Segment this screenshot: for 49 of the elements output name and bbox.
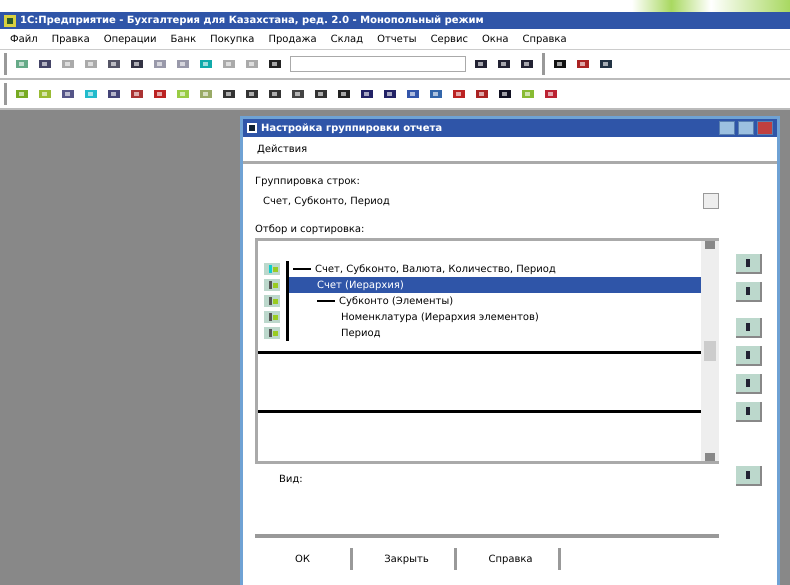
list-label: Отбор и сортировка:	[255, 224, 366, 237]
menu-item[interactable]: Склад	[330, 34, 364, 44]
row-text: Номенклатура (Иерархия элементов)	[341, 312, 539, 322]
list-tool-button[interactable]	[736, 374, 762, 394]
bar-icon	[746, 287, 750, 295]
scroll-bar[interactable]	[701, 241, 719, 461]
menu-item[interactable]: Продажа	[268, 34, 317, 44]
menu-item[interactable]: Справка	[522, 34, 567, 44]
menu-item[interactable]: Сервис	[430, 34, 468, 44]
menu-item[interactable]: Операции	[104, 34, 157, 44]
row-icon	[264, 279, 280, 291]
group-field[interactable]: Счет, Субконто, Период	[255, 196, 703, 206]
menu-item[interactable]: Банк	[170, 34, 196, 44]
menu-item[interactable]: Покупка	[210, 34, 254, 44]
bar-icon	[746, 323, 750, 331]
bar-icon	[746, 259, 750, 267]
tree-row[interactable]: Номенклатура (Иерархия элементов)	[258, 309, 701, 325]
row-icon	[264, 263, 280, 275]
row-text: Счет (Иерархия)	[317, 280, 404, 290]
bar-icon	[746, 407, 750, 415]
note-text: Вид:	[279, 474, 304, 487]
row-icon	[264, 327, 280, 339]
app-icon	[4, 14, 16, 26]
field-label: Группировка строк:	[255, 176, 361, 189]
list-tool-button[interactable]	[736, 402, 762, 422]
bar-icon	[746, 471, 750, 479]
list-tool-button[interactable]	[736, 254, 762, 274]
row-text: Период	[341, 328, 381, 338]
tree-row[interactable]: Период	[258, 325, 701, 341]
window-title: 1С:Предприятие - Бухгалтерия для Казахстана, ред. 2.0 - Монопольный режим	[20, 15, 484, 26]
list-tool-button[interactable]	[736, 282, 762, 302]
dialog-icon	[247, 123, 257, 133]
dialog-title: Настройка группировки отчета	[261, 122, 442, 134]
menu-item[interactable]: Окна	[482, 34, 509, 44]
row-text: Субконто (Элементы)	[339, 296, 454, 306]
menu-item[interactable]: Файл	[10, 34, 38, 44]
menu-item[interactable]: Правка	[52, 34, 90, 44]
tree-row[interactable]: Субконто (Элементы)	[258, 293, 701, 309]
actions-menu[interactable]: Действия	[257, 144, 308, 154]
row-icon	[264, 295, 280, 307]
info-button[interactable]	[736, 466, 762, 486]
list-tool-button[interactable]	[736, 318, 762, 338]
bar-icon	[746, 379, 750, 387]
row-icon	[264, 311, 280, 323]
bar-icon	[746, 351, 750, 359]
row-text: Счет, Субконто, Валюта, Количество, Период	[315, 264, 556, 274]
menu-item[interactable]: Отчеты	[377, 34, 417, 44]
list-tool-button[interactable]	[736, 346, 762, 366]
search-field[interactable]	[290, 56, 466, 72]
